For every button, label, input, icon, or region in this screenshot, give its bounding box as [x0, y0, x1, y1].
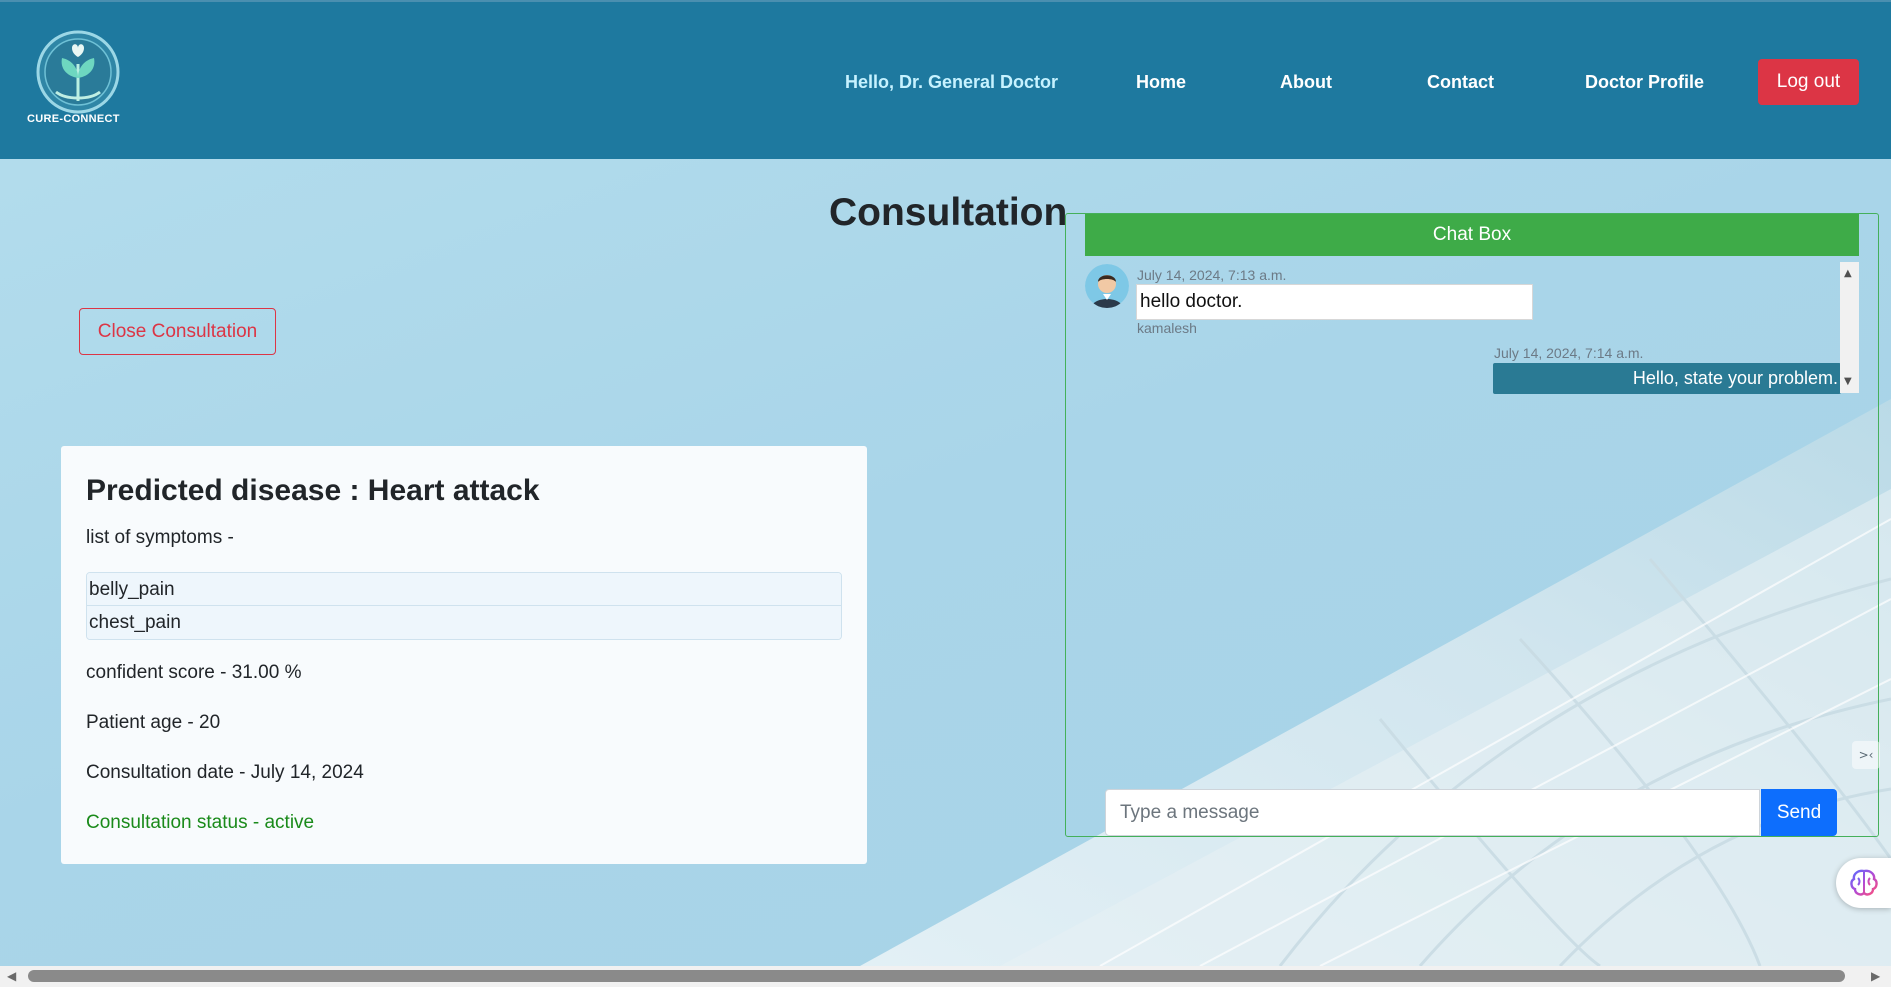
chat-header: Chat Box [1085, 214, 1859, 256]
page-title: Consultation [829, 191, 1068, 234]
consultation-date: Consultation date - July 14, 2024 [86, 762, 364, 783]
nav-contact-link[interactable]: Contact [1427, 72, 1494, 93]
scroll-down-icon[interactable]: ▼ [1844, 376, 1852, 387]
confidence-score: confident score - 31.00 % [86, 662, 302, 683]
send-button[interactable]: Send [1761, 789, 1837, 836]
nav-about-link[interactable]: About [1280, 72, 1332, 93]
scroll-up-icon[interactable]: ▲ [1844, 268, 1852, 279]
brand-name: CURE-CONNECT [27, 113, 120, 125]
brain-icon[interactable] [1836, 858, 1891, 908]
logout-button[interactable]: Log out [1758, 59, 1859, 105]
patient-age: Patient age - 20 [86, 712, 221, 733]
horizontal-scrollbar[interactable]: ◀ ▶ [0, 966, 1891, 987]
scroll-left-icon[interactable]: ◀ [7, 969, 16, 983]
collapse-icon[interactable]: >‹ [1852, 741, 1880, 769]
symptom-item: belly_pain [87, 573, 841, 606]
symptoms-label: list of symptoms - [86, 527, 234, 548]
message-author: kamalesh [1137, 320, 1197, 336]
incoming-message: hello doctor. [1136, 284, 1533, 320]
scroll-right-icon[interactable]: ▶ [1871, 969, 1880, 983]
scrollbar-thumb[interactable] [28, 970, 1845, 982]
message-time: July 14, 2024, 7:14 a.m. [1494, 345, 1644, 361]
chat-scrollbar[interactable]: ▲ ▼ [1840, 262, 1859, 393]
consultation-status: Consultation status - active [86, 812, 315, 833]
outgoing-message: Hello, state your problem. [1493, 363, 1841, 394]
nav-greeting: Hello, Dr. General Doctor [845, 72, 1059, 92]
avatar-icon [1085, 264, 1129, 308]
nav-home-link[interactable]: Home [1136, 72, 1186, 93]
symptom-item: chest_pain [87, 606, 841, 639]
nav-doctor-profile-link[interactable]: Doctor Profile [1585, 72, 1704, 93]
message-time: July 14, 2024, 7:13 a.m. [1137, 267, 1287, 283]
chat-box: Chat Box July 14, 2024, 7:13 a.m. hello … [1065, 213, 1879, 837]
message-input[interactable]: Type a message [1105, 789, 1760, 836]
predicted-disease-title: Predicted disease : Heart attack [86, 474, 540, 507]
symptom-list: belly_pain chest_pain [86, 572, 842, 640]
navbar: CURE-CONNECT Hello, Dr. General Doctor H… [0, 0, 1891, 159]
close-consultation-button[interactable]: Close Consultation [79, 308, 276, 355]
prediction-card: Predicted disease : Heart attack list of… [61, 446, 867, 864]
